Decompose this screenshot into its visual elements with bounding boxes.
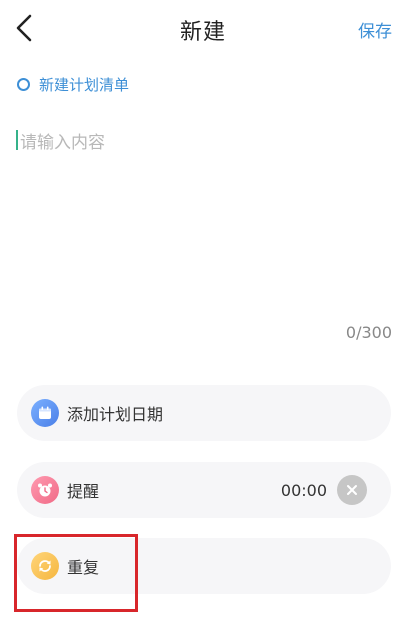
close-icon [347,485,357,495]
alarm-icon [31,476,59,504]
character-counter: 0/300 [345,323,392,342]
new-plan-list-label: 新建计划清单 [39,75,130,94]
reminder-time[interactable]: 00:00 [281,481,327,500]
text-caret [16,130,18,150]
content-placeholder: 请输入内容 [20,133,105,153]
calendar-icon [31,399,59,427]
top-bar: 新建 保存 [0,0,406,60]
content-input[interactable]: 请输入内容 [16,128,392,328]
reminder-label: 提醒 [67,482,100,501]
new-plan-list-option[interactable]: 新建计划清单 [17,73,129,95]
radio-ring-icon [17,77,30,91]
add-plan-date-button[interactable]: 添加计划日期 [17,385,391,441]
save-button[interactable]: 保存 [358,17,392,42]
page-title: 新建 [179,20,226,45]
highlight-box [14,534,138,612]
clear-reminder-button[interactable] [337,475,367,505]
reminder-row[interactable]: 提醒 00:00 [17,462,391,518]
add-plan-date-label: 添加计划日期 [67,405,164,424]
